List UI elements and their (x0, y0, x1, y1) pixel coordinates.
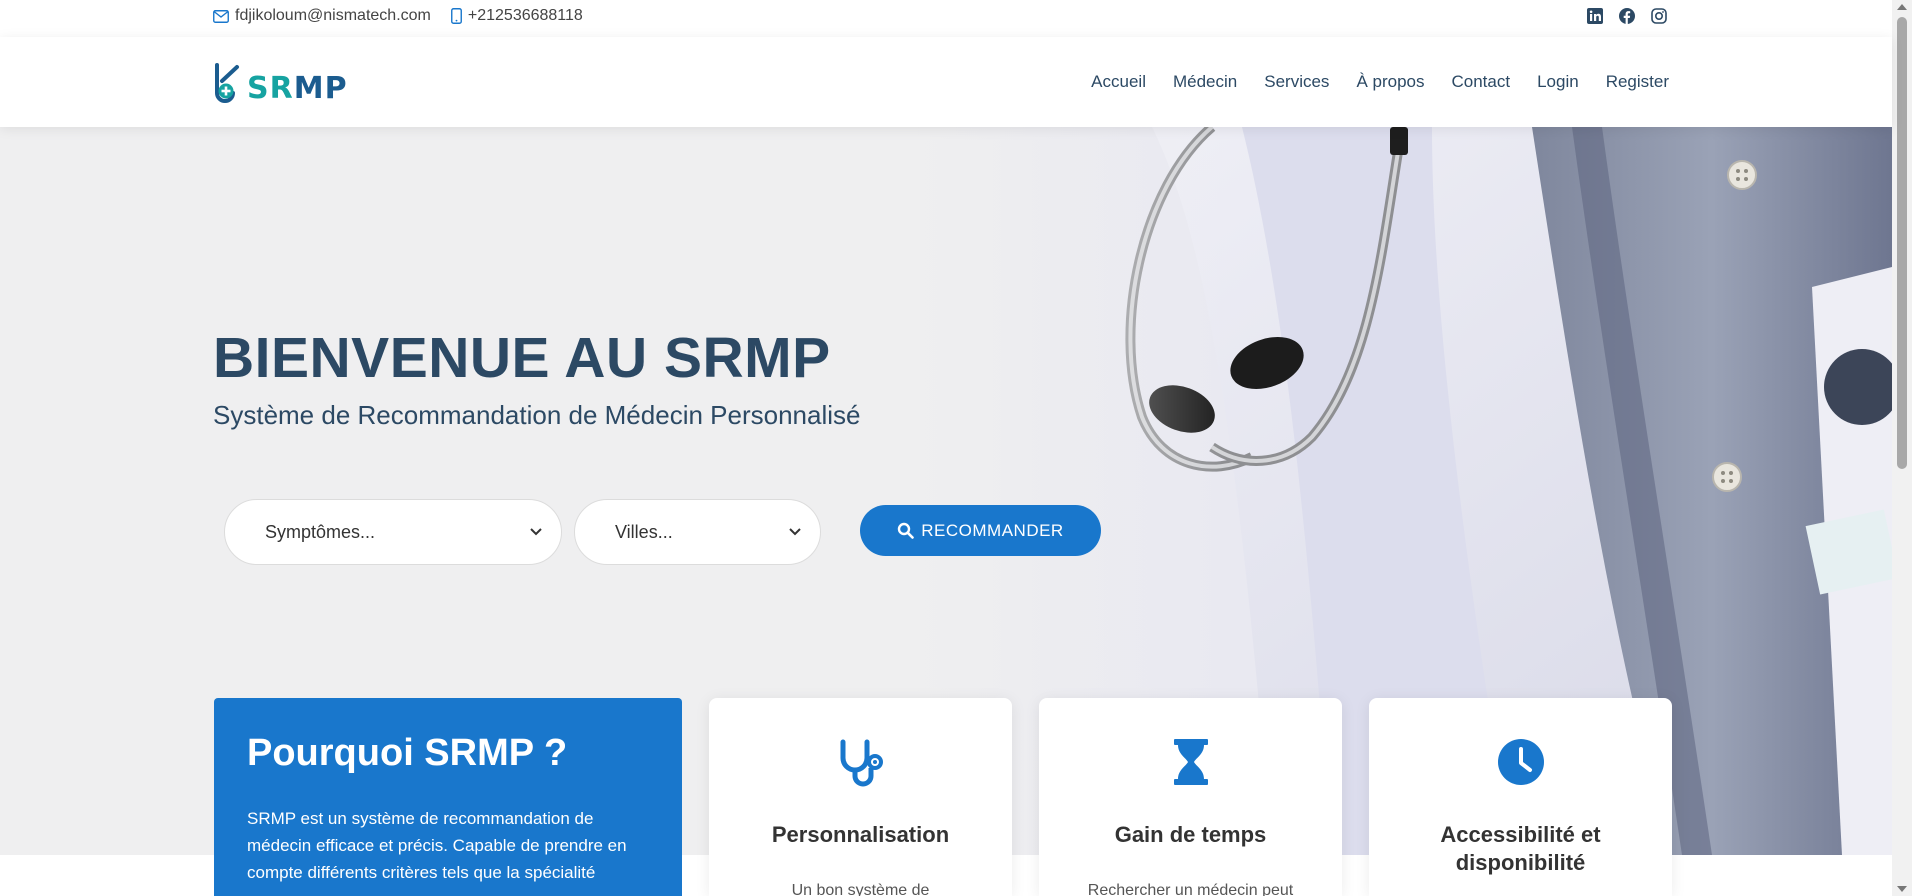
symptoms-select-value: Symptômes... (265, 521, 376, 542)
feature-card-accessibilite: Accessibilité et disponibilité (1369, 698, 1672, 896)
logo-mp: MP (293, 71, 348, 106)
hourglass-icon (1173, 739, 1208, 785)
feature-card-gain-de-temps: Gain de temps Rechercher un médecin peut (1039, 698, 1342, 896)
email-text: fdjikoloum@nismatech.com (235, 7, 431, 24)
phone-icon (450, 8, 462, 24)
nav-register[interactable]: Register (1606, 72, 1669, 92)
why-title: Pourquoi SRMP ? (247, 732, 568, 774)
nav-a-propos[interactable]: À propos (1356, 72, 1424, 92)
scrollbar-thumb[interactable] (1897, 17, 1907, 469)
cities-select[interactable]: Villes... (574, 499, 821, 565)
search-icon (898, 522, 915, 539)
recommend-button-label: RECOMMANDER (921, 520, 1064, 540)
page-scrollbar[interactable] (1892, 0, 1912, 896)
social-links (1571, 0, 1667, 32)
email-contact[interactable]: fdjikoloum@nismatech.com (213, 7, 431, 25)
srmp-logo[interactable]: SRMP (213, 59, 348, 106)
card-title: Gain de temps (1114, 822, 1267, 847)
nav-login[interactable]: Login (1537, 72, 1579, 92)
clock-icon (1497, 739, 1544, 785)
feature-card-personnalisation: Personnalisation Un bon système de (709, 698, 1012, 896)
facebook-icon[interactable] (1619, 8, 1635, 24)
linkedin-icon[interactable] (1587, 8, 1603, 24)
hero-title: BIENVENUE AU SRMP (213, 326, 831, 390)
card-text: Rechercher un médecin peut (1087, 882, 1294, 896)
logo-text: SRMP (247, 71, 348, 106)
phone-text: +212536688118 (467, 7, 583, 24)
logo-mark-icon (215, 62, 239, 103)
card-title: Personnalisation (771, 822, 950, 847)
envelope-icon (213, 9, 229, 23)
chevron-down-icon (530, 528, 542, 536)
stethoscope-icon (840, 739, 883, 787)
scroll-up-arrow[interactable] (1897, 4, 1907, 10)
hero-subtitle: Système de Recommandation de Médecin Per… (213, 400, 861, 430)
chevron-down-icon (789, 528, 801, 536)
nav-accueil[interactable]: Accueil (1091, 72, 1146, 92)
instagram-icon[interactable] (1651, 8, 1667, 24)
nav-medecin[interactable]: Médecin (1173, 72, 1237, 92)
why-text: SRMP est un système de recommandation de… (247, 809, 627, 882)
contact-info: fdjikoloum@nismatech.com +212536688118 (213, 0, 603, 32)
cities-select-value: Villes... (615, 521, 673, 542)
logo-r: R (269, 71, 294, 106)
card-title: Accessibilité et disponibilité (1440, 822, 1601, 875)
card-text: Un bon système de (791, 882, 930, 896)
symptoms-select[interactable]: Symptômes... (224, 499, 562, 565)
nav-services[interactable]: Services (1264, 72, 1329, 92)
scroll-down-arrow[interactable] (1897, 886, 1907, 892)
phone-contact[interactable]: +212536688118 (450, 7, 583, 25)
recommend-button[interactable]: RECOMMANDER (860, 505, 1101, 556)
logo-s: S (247, 71, 270, 106)
nav-contact[interactable]: Contact (1451, 72, 1510, 92)
top-bar: fdjikoloum@nismatech.com +212536688118 (0, 0, 1892, 32)
site-header: SRMP Accueil Médecin Services À propos C… (0, 37, 1892, 127)
why-srmp-box: Pourquoi SRMP ? SRMP est un système de r… (214, 698, 682, 896)
main-nav: Accueil Médecin Services À propos Contac… (1064, 37, 1669, 127)
